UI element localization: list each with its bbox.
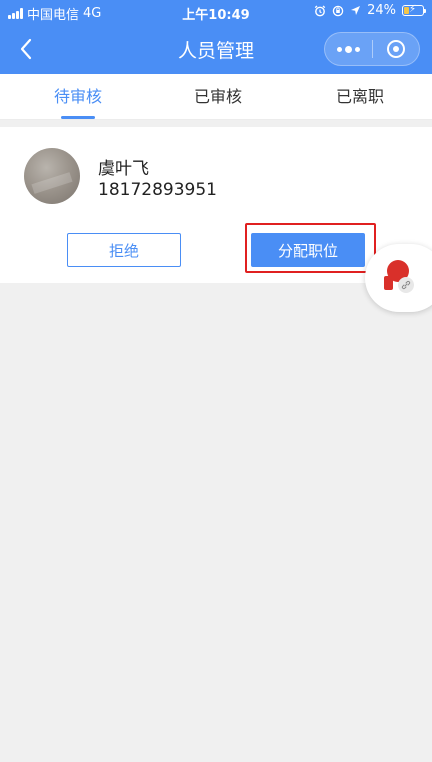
status-bar: 中国电信 4G 上午10:49 24% ⚡ [0,0,432,24]
avatar [24,148,80,204]
status-right: 24% ⚡ [314,3,426,18]
battery-icon: ⚡ [402,4,426,16]
tab-pending-label: 待审核 [53,87,102,106]
tab-resigned-label: 已离职 [335,87,384,106]
rotation-lock-icon [332,5,344,16]
tab-reviewed[interactable]: 已审核 [146,74,290,120]
seal-icon [384,276,393,290]
header: 中国电信 4G 上午10:49 24% ⚡ 人员管理 [0,0,432,74]
alarm-icon [314,5,326,16]
applicant-card: 虞叶飞 18172893951 拒绝 分配职位 [0,127,432,283]
charging-bolt-icon: ⚡ [409,4,417,15]
battery-percent: 24% [367,3,396,18]
app-screen: 中国电信 4G 上午10:49 24% ⚡ 人员管理 待审核 已审核 已离职 虞… [0,0,432,762]
applicant-phone: 18172893951 [98,180,217,200]
floating-widget[interactable] [365,244,432,312]
applicant-name: 虞叶飞 [98,159,149,179]
mini-program-capsule [324,32,420,66]
close-mini-program-button[interactable] [373,33,420,65]
tab-bar: 待审核 已审核 已离职 [0,74,432,120]
reject-button[interactable]: 拒绝 [67,233,181,267]
active-tab-indicator [61,116,95,119]
tab-pending[interactable]: 待审核 [6,74,150,120]
more-dots-icon [336,45,360,53]
more-button[interactable] [325,33,372,65]
target-circle-icon [386,40,405,58]
link-icon [398,277,414,293]
tab-reviewed-label: 已审核 [193,87,242,106]
nav-bar: 人员管理 [0,24,432,74]
highlight-box [245,223,376,273]
location-arrow-icon [351,6,361,15]
tab-resigned[interactable]: 已离职 [288,74,432,120]
